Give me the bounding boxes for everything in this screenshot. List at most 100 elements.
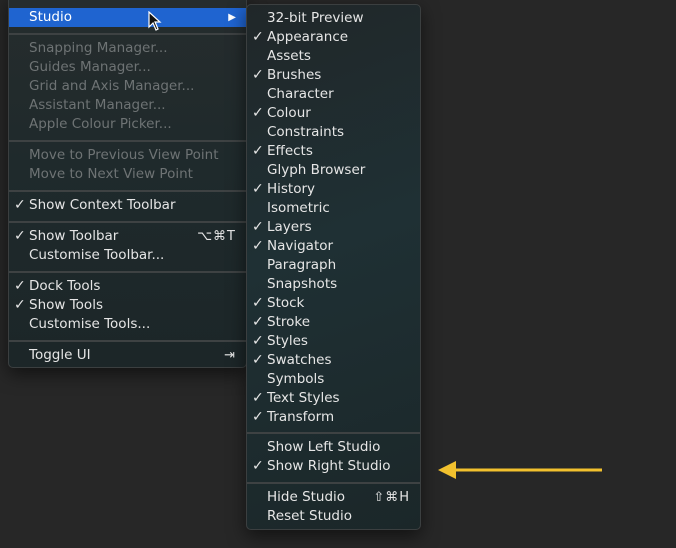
menu-item-hide-studio[interactable]: Hide Studio ⇧⌘H — [247, 488, 420, 507]
studio-panel-item[interactable]: ✓ Transform — [247, 408, 420, 427]
menu-item-customise-toolbar[interactable]: Customise Toolbar... — [9, 246, 246, 265]
menu-item-label: Move to Next View Point — [29, 166, 193, 182]
shortcut-label: ⌥⌘T — [197, 229, 236, 244]
menu-item-next-view-point: Move to Next View Point — [9, 165, 246, 184]
menu-item-label: Studio — [29, 9, 72, 25]
menu-item-label: Text Styles — [267, 390, 340, 406]
menu-separator — [247, 432, 420, 434]
studio-panel-item[interactable]: ✓ Appearance — [247, 28, 420, 47]
menu-item-label: Apple Colour Picker... — [29, 116, 172, 132]
menu-item-label: Dock Tools — [29, 278, 101, 294]
menu-item-label: Assets — [267, 48, 311, 64]
checkmark-icon: ✓ — [252, 314, 264, 330]
menu-item-previous-view-point: Move to Previous View Point — [9, 146, 246, 165]
studio-panel-item[interactable]: Isometric — [247, 199, 420, 218]
checkmark-icon: ✓ — [252, 295, 264, 311]
menu-item-label: Stroke — [267, 314, 311, 330]
studio-panel-item[interactable]: Symbols — [247, 370, 420, 389]
menu-item-label: Appearance — [267, 29, 349, 45]
menu-item-label: Character — [267, 86, 334, 102]
studio-panel-item[interactable]: Assets — [247, 47, 420, 66]
checkmark-icon: ✓ — [14, 297, 26, 313]
studio-panel-item[interactable]: Glyph Browser — [247, 161, 420, 180]
studio-panel-item[interactable]: 32-bit Preview — [247, 9, 420, 28]
menu-item-show-left-studio[interactable]: Show Left Studio — [247, 438, 420, 457]
menu-separator — [9, 221, 246, 223]
menu-item-label: Show Right Studio — [267, 458, 391, 474]
menu-item-dock-tools[interactable]: ✓ Dock Tools — [9, 277, 246, 296]
studio-panel-item[interactable]: ✓ Brushes — [247, 66, 420, 85]
studio-panel-item[interactable]: Paragraph — [247, 256, 420, 275]
checkmark-icon: ✓ — [252, 409, 264, 425]
menu-item-label: Hide Studio — [267, 489, 346, 505]
menu-item-label: 32-bit Preview — [267, 10, 364, 26]
menu-item-label: Effects — [267, 143, 313, 159]
studio-panel-item[interactable]: ✓ Navigator — [247, 237, 420, 256]
menu-item-guides-manager: Guides Manager... — [9, 58, 246, 77]
studio-panel-item[interactable]: ✓ Styles — [247, 332, 420, 351]
menu-item-toggle-ui[interactable]: Toggle UI ⇥ — [9, 346, 246, 365]
menu-item-label: Layers — [267, 219, 312, 235]
menu-item-label: Guides Manager... — [29, 59, 151, 75]
menu-item-label: Constraints — [267, 124, 345, 140]
menu-item-label: Reset Studio — [267, 508, 353, 524]
menu-item-show-tools[interactable]: ✓ Show Tools — [9, 296, 246, 315]
studio-panel-item[interactable]: ✓ Stock — [247, 294, 420, 313]
menu-item-label: Customise Toolbar... — [29, 247, 165, 263]
studio-panel-item[interactable]: Character — [247, 85, 420, 104]
studio-panel-item[interactable]: ✓ Effects — [247, 142, 420, 161]
menu-item-label: Transform — [267, 409, 335, 425]
menu-separator — [9, 271, 246, 273]
menu-item-label: Snapping Manager... — [29, 40, 168, 56]
menu-separator — [247, 482, 420, 484]
studio-panel-item[interactable]: ✓ Text Styles — [247, 389, 420, 408]
menu-item-show-toolbar[interactable]: ✓ Show Toolbar ⌥⌘T — [9, 227, 246, 246]
menu-item-label: Brushes — [267, 67, 322, 83]
menu-item-grid-axis-manager: Grid and Axis Manager... — [9, 77, 246, 96]
menu-item-label: Toggle UI — [29, 347, 91, 363]
menu-item-label: Move to Previous View Point — [29, 147, 219, 163]
menu-item-show-right-studio[interactable]: ✓ Show Right Studio — [247, 457, 420, 476]
menu-item-label: Paragraph — [267, 257, 337, 273]
menu-item-label: Symbols — [267, 371, 325, 387]
studio-panel-item[interactable]: ✓ Colour — [247, 104, 420, 123]
menu-item-label: Navigator — [267, 238, 334, 254]
menu-item-label: Stock — [267, 295, 305, 311]
studio-panel-item[interactable]: Constraints — [247, 123, 420, 142]
studio-panel-item[interactable]: ✓ Layers — [247, 218, 420, 237]
menu-item-assistant-manager: Assistant Manager... — [9, 96, 246, 115]
checkmark-icon: ✓ — [14, 228, 26, 244]
menu-item-label: History — [267, 181, 316, 197]
checkmark-icon: ✓ — [14, 278, 26, 294]
menu-item-label: Styles — [267, 333, 308, 349]
menu-separator — [9, 140, 246, 142]
checkmark-icon: ✓ — [252, 238, 264, 254]
checkmark-icon: ✓ — [252, 333, 264, 349]
menu-item-label: Show Left Studio — [267, 439, 381, 455]
menu-item-customise-tools[interactable]: Customise Tools... — [9, 315, 246, 334]
menu-item-show-context-toolbar[interactable]: ✓ Show Context Toolbar — [9, 196, 246, 215]
menu-item-label: Show Tools — [29, 297, 103, 313]
menu-item-reset-studio[interactable]: Reset Studio — [247, 507, 420, 526]
checkmark-icon: ✓ — [252, 390, 264, 406]
menu-item-label: Snapshots — [267, 276, 338, 292]
checkmark-icon: ✓ — [252, 219, 264, 235]
shortcut-label: ⇧⌘H — [373, 490, 410, 505]
checkmark-icon: ✓ — [252, 105, 264, 121]
checkmark-icon: ✓ — [252, 143, 264, 159]
menu-item-label: Swatches — [267, 352, 332, 368]
studio-panel-item[interactable]: ✓ History — [247, 180, 420, 199]
submenu-arrow-icon: ▶ — [228, 12, 236, 23]
checkmark-icon: ✓ — [252, 29, 264, 45]
checkmark-icon: ✓ — [252, 458, 264, 474]
studio-panel-item[interactable]: ✓ Stroke — [247, 313, 420, 332]
checkmark-icon: ✓ — [252, 67, 264, 83]
studio-panel-item[interactable]: ✓ Swatches — [247, 351, 420, 370]
menu-item-label: Customise Tools... — [29, 316, 151, 332]
menu-item-apple-colour-picker: Apple Colour Picker... — [9, 115, 246, 134]
view-menu: Studio ▶ Snapping Manager... Guides Mana… — [8, 0, 247, 368]
checkmark-icon: ✓ — [252, 352, 264, 368]
menu-item-studio[interactable]: Studio ▶ — [9, 8, 246, 27]
checkmark-icon: ✓ — [252, 181, 264, 197]
studio-panel-item[interactable]: Snapshots — [247, 275, 420, 294]
